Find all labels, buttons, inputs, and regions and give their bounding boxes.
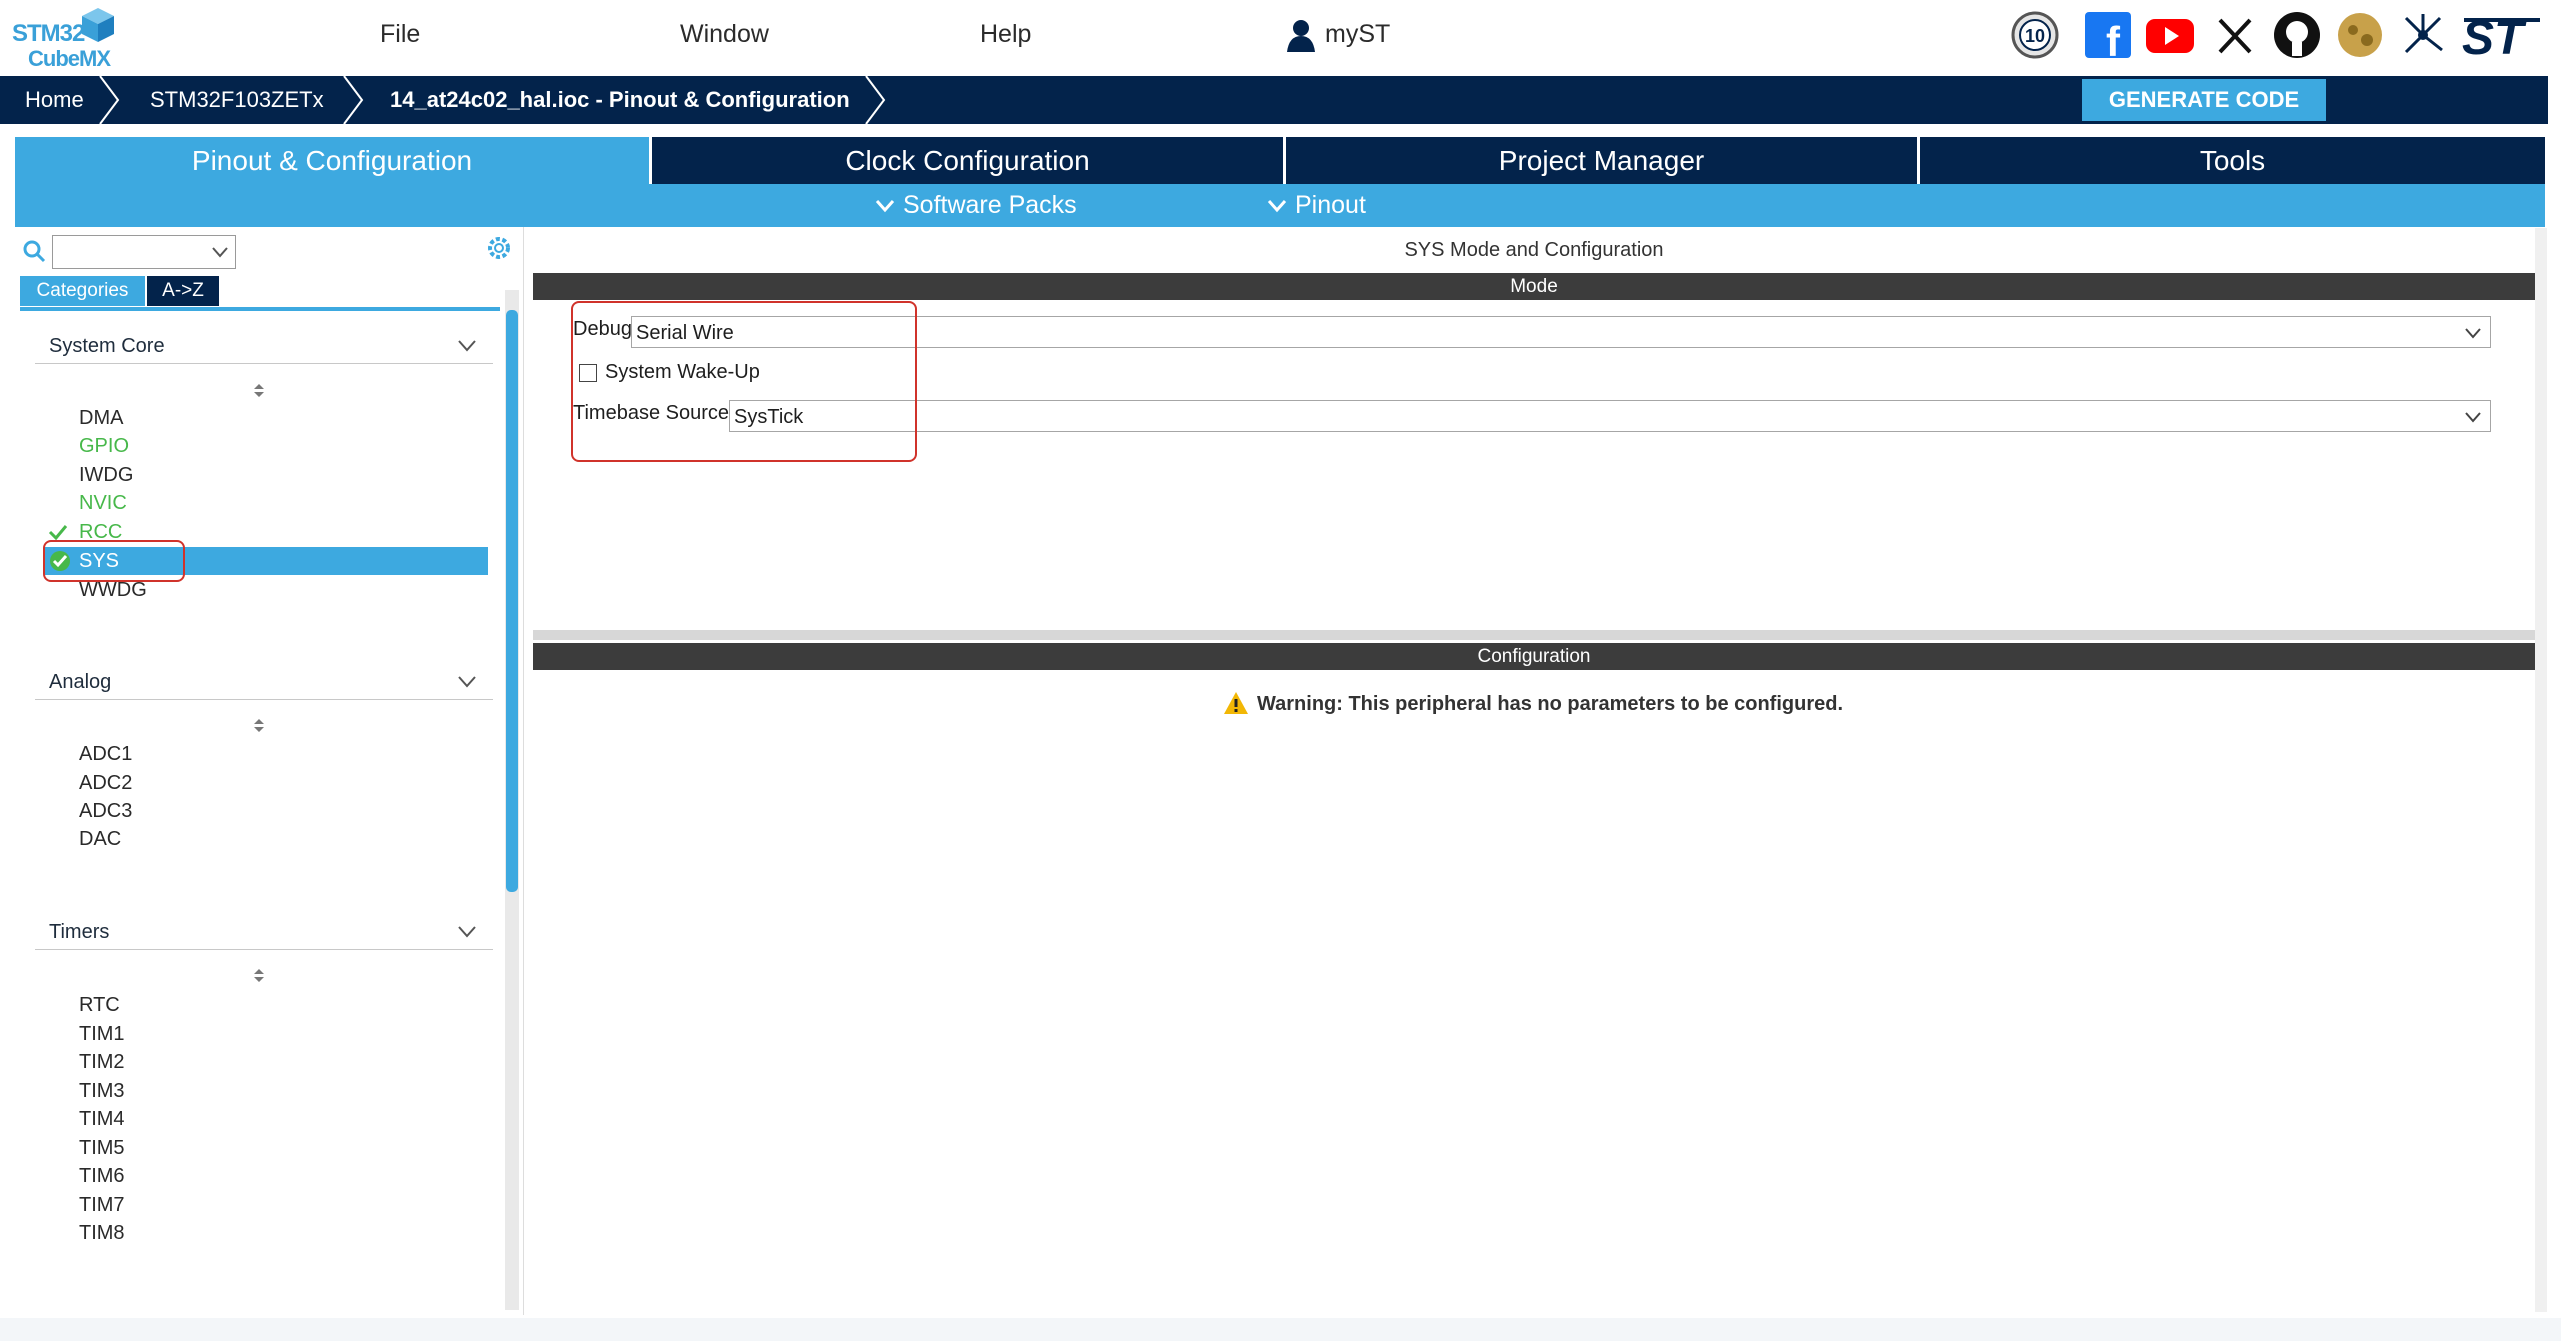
- tab-tools[interactable]: Tools: [1920, 137, 2545, 184]
- list-item[interactable]: TIM2: [79, 1051, 125, 1074]
- component-list-panel: Categories A->Z System Core DMA GPIO IWD…: [15, 227, 524, 1315]
- pinout-menu[interactable]: Pinout: [1267, 184, 1366, 227]
- right-edge-scroll[interactable]: [2535, 228, 2547, 1312]
- list-item[interactable]: TIM4: [79, 1108, 125, 1131]
- menu-file[interactable]: File: [380, 20, 420, 49]
- list-item[interactable]: ADC2: [79, 772, 132, 795]
- generate-code-button[interactable]: GENERATE CODE: [2082, 79, 2326, 121]
- list-item[interactable]: DMA: [79, 407, 123, 430]
- community-icon[interactable]: [2335, 10, 2385, 60]
- mode-header: Mode: [533, 273, 2535, 300]
- tab-categories[interactable]: Categories: [20, 276, 145, 306]
- list-item[interactable]: DAC: [79, 828, 121, 851]
- list-item[interactable]: ADC1: [79, 743, 132, 766]
- section-system-core[interactable]: System Core: [49, 335, 165, 358]
- top-menu-bar: STM32 CubeMX File Window Help myST 10 f: [0, 0, 2561, 76]
- st-logo-icon[interactable]: ST: [2460, 12, 2546, 60]
- search-icon: [23, 240, 46, 263]
- section-divider: [35, 363, 493, 364]
- myst-label: myST: [1325, 20, 1391, 48]
- highlight-box: [43, 540, 185, 582]
- chevron-down-icon: [212, 247, 228, 258]
- panel-title: SYS Mode and Configuration: [1404, 239, 1664, 261]
- list-item[interactable]: ADC3: [79, 800, 132, 823]
- software-packs-menu[interactable]: Software Packs: [875, 184, 1077, 227]
- sort-icon[interactable]: [251, 967, 267, 983]
- splitter[interactable]: [533, 630, 2535, 640]
- list-item[interactable]: TIM3: [79, 1080, 125, 1103]
- badge-10-icon[interactable]: 10: [2010, 10, 2060, 60]
- github-icon[interactable]: [2272, 10, 2322, 60]
- stm32cubemx-logo: STM32 CubeMX: [12, 6, 132, 71]
- chevron-down-icon[interactable]: [457, 675, 477, 689]
- breadcrumb-project[interactable]: 14_at24c02_hal.ioc - Pinout & Configurat…: [390, 76, 850, 124]
- logo-text-top: STM32: [12, 20, 85, 47]
- software-packs-label: Software Packs: [903, 191, 1077, 219]
- chevron-down-icon: [2465, 328, 2481, 339]
- scrollbar-thumb[interactable]: [506, 310, 518, 892]
- list-item[interactable]: RTC: [79, 994, 120, 1017]
- list-item[interactable]: TIM7: [79, 1194, 125, 1217]
- tab-clock-configuration[interactable]: Clock Configuration: [652, 137, 1283, 184]
- breadcrumb-separator-icon: [99, 76, 120, 124]
- network-icon[interactable]: [2398, 10, 2448, 60]
- section-divider: [35, 949, 493, 950]
- sort-icon[interactable]: [251, 382, 267, 398]
- tab-project-manager[interactable]: Project Manager: [1286, 137, 1917, 184]
- list-item[interactable]: TIM1: [79, 1023, 125, 1046]
- pinout-label: Pinout: [1295, 191, 1366, 219]
- sub-tabs: Software Packs Pinout: [15, 184, 2545, 227]
- section-analog[interactable]: Analog: [49, 671, 111, 694]
- highlight-box: [571, 301, 917, 462]
- main-tabs: Pinout & Configuration Clock Configurati…: [15, 137, 2545, 184]
- search-input[interactable]: [52, 235, 236, 269]
- svg-text:10: 10: [2025, 26, 2045, 46]
- menu-help[interactable]: Help: [980, 20, 1031, 49]
- bottom-strip: [0, 1318, 2561, 1341]
- x-icon[interactable]: [2210, 10, 2260, 60]
- tab-pinout-configuration[interactable]: Pinout & Configuration: [15, 137, 649, 184]
- chevron-down-icon: [2465, 412, 2481, 423]
- sys-config-panel: SYS Mode and Configuration Mode Debug Se…: [533, 228, 2535, 1312]
- warning-text: Warning: This peripheral has no paramete…: [1257, 693, 1844, 715]
- facebook-icon[interactable]: f: [2083, 10, 2133, 60]
- warning-icon: [1224, 692, 1248, 714]
- breadcrumb-separator-icon: [343, 76, 364, 124]
- tab-underline: [20, 307, 500, 311]
- youtube-icon[interactable]: [2145, 10, 2195, 60]
- section-timers[interactable]: Timers: [49, 921, 109, 944]
- list-item[interactable]: TIM5: [79, 1137, 125, 1160]
- list-item[interactable]: GPIO: [79, 435, 129, 458]
- tab-a-to-z[interactable]: A->Z: [147, 276, 219, 306]
- check-icon: [48, 525, 68, 541]
- config-header: Configuration: [533, 643, 2535, 670]
- list-item[interactable]: IWDG: [79, 464, 133, 487]
- chevron-down-icon[interactable]: [457, 925, 477, 939]
- list-item[interactable]: TIM6: [79, 1165, 125, 1188]
- svg-text:f: f: [2106, 18, 2121, 60]
- logo-text-bottom: CubeMX: [28, 46, 111, 71]
- user-icon: [1287, 20, 1315, 52]
- sort-icon[interactable]: [251, 717, 267, 733]
- section-divider: [35, 699, 493, 700]
- breadcrumb-device[interactable]: STM32F103ZETx: [150, 76, 324, 124]
- list-item[interactable]: WWDG: [79, 579, 147, 602]
- chevron-down-icon: [1267, 200, 1287, 213]
- list-item[interactable]: NVIC: [79, 492, 127, 515]
- chevron-down-icon[interactable]: [457, 339, 477, 353]
- breadcrumb: Home STM32F103ZETx 14_at24c02_hal.ioc - …: [0, 76, 2548, 124]
- chevron-down-icon: [875, 200, 895, 213]
- list-item[interactable]: TIM8: [79, 1222, 125, 1245]
- gear-icon[interactable]: [485, 234, 513, 262]
- breadcrumb-separator-icon: [865, 76, 886, 124]
- breadcrumb-home[interactable]: Home: [25, 76, 84, 124]
- menu-window[interactable]: Window: [680, 20, 769, 49]
- timebase-select[interactable]: SysTick: [729, 400, 2491, 432]
